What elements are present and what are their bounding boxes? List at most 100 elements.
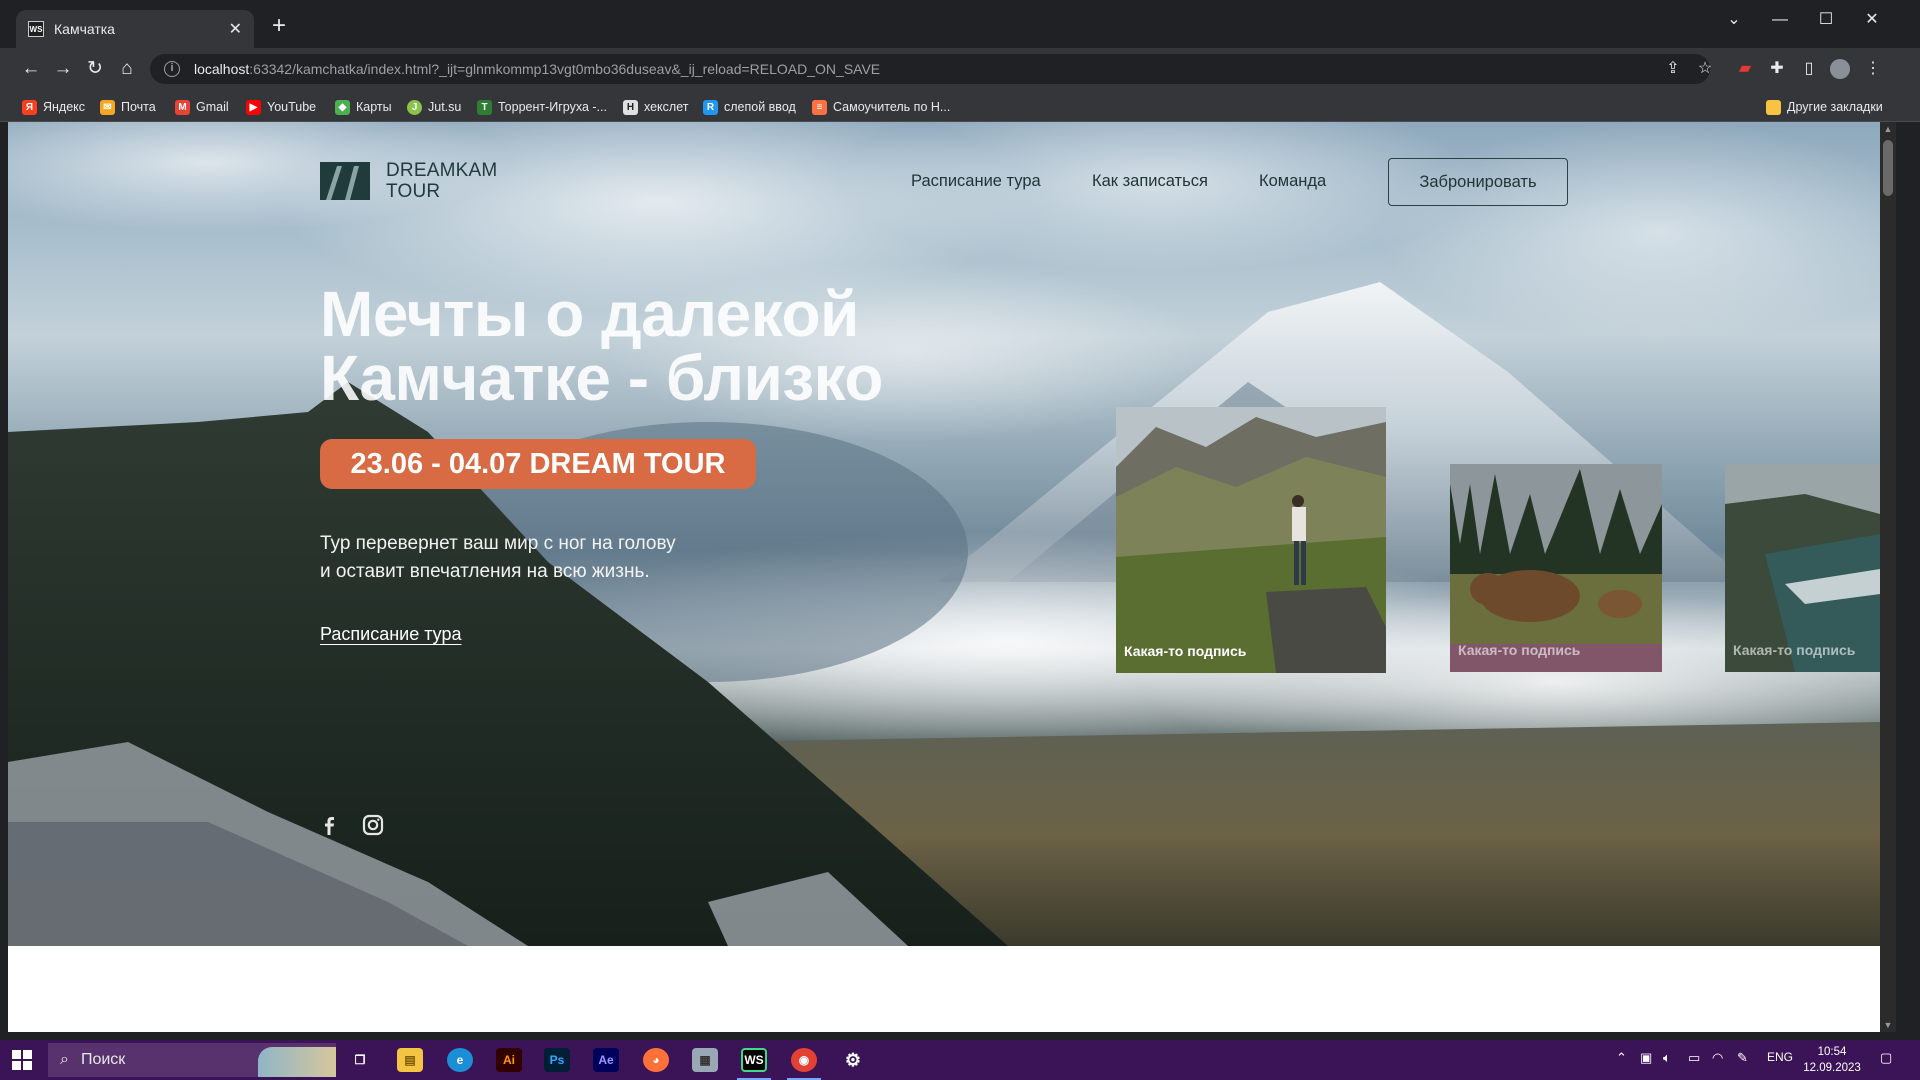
bookmark-item[interactable]: T Торрент-Игруха -... bbox=[477, 97, 607, 117]
mail-icon: ✉ bbox=[100, 99, 115, 115]
kebab-menu-icon[interactable]: ⋮ bbox=[1862, 58, 1884, 80]
bookmark-item[interactable]: ▶ YouTube bbox=[246, 97, 316, 117]
bookmark-item[interactable]: ◆ Карты bbox=[335, 97, 392, 117]
site-logo[interactable]: DREAMKAM TOUR bbox=[320, 160, 497, 202]
side-panel-icon[interactable]: ▯ bbox=[1798, 58, 1820, 80]
app-icon[interactable]: ▦ bbox=[692, 1048, 718, 1072]
close-window-button[interactable]: ✕ bbox=[1852, 8, 1892, 32]
youtube-icon: ▶ bbox=[246, 99, 261, 115]
torrent-icon: T bbox=[477, 99, 492, 115]
back-arrow-icon[interactable]: ← bbox=[18, 56, 44, 82]
nav-team-link[interactable]: Команда bbox=[1259, 172, 1326, 191]
bookmark-item[interactable]: Я Яндекс bbox=[22, 97, 85, 117]
hero-lead-text: Тур перевернет ваш мир с ног на голову и… bbox=[320, 533, 676, 582]
instagram-icon[interactable] bbox=[362, 814, 384, 836]
hero-section: DREAMKAM TOUR Расписание тура Как записа… bbox=[8, 122, 1880, 946]
page-scrollbar[interactable]: ▲ ▼ bbox=[1880, 122, 1896, 1032]
hexlet-icon: H bbox=[623, 99, 638, 115]
tab-title: Камчатка bbox=[54, 21, 115, 37]
bookmark-item[interactable]: ≡ Самоучитель по Н... bbox=[812, 97, 950, 117]
after-effects-icon[interactable]: Ae bbox=[593, 1048, 619, 1072]
photo-card[interactable]: Какая-то подпись bbox=[1725, 464, 1880, 672]
book-button[interactable]: Забронировать bbox=[1388, 158, 1568, 206]
photoshop-icon[interactable]: Ps bbox=[544, 1048, 570, 1072]
forward-arrow-icon[interactable]: → bbox=[50, 56, 76, 82]
settings-icon[interactable]: ⚙ bbox=[840, 1048, 866, 1072]
home-icon[interactable]: ⌂ bbox=[114, 56, 140, 82]
firefox-icon[interactable]: ◕ bbox=[643, 1048, 669, 1072]
tour-dates-badge: 23.06 - 04.07 DREAM TOUR bbox=[320, 439, 756, 489]
bookmark-item[interactable]: M Gmail bbox=[175, 97, 229, 117]
bookmark-item[interactable]: Rслепой ввод bbox=[703, 97, 796, 117]
tray-meet-icon[interactable]: ▣ bbox=[1640, 1050, 1652, 1066]
scroll-down-arrow-icon[interactable]: ▼ bbox=[1880, 1018, 1896, 1032]
browser-toolbar: ← → ↻ ⌂ i localhost :63342/kamchatka/ind… bbox=[0, 48, 1920, 90]
profile-avatar[interactable] bbox=[1830, 59, 1850, 79]
nav-schedule-link[interactable]: Расписание тура bbox=[911, 172, 1041, 191]
extension-color-icon[interactable]: ▰ bbox=[1734, 58, 1756, 80]
site-info-icon[interactable]: i bbox=[164, 61, 180, 77]
share-icon[interactable]: ⇪ bbox=[1662, 58, 1684, 80]
page-viewport: DREAMKAM TOUR Расписание тура Как записа… bbox=[8, 122, 1880, 1032]
chrome-icon[interactable]: ◉ bbox=[791, 1048, 817, 1072]
logo-line-1: DREAMKAM bbox=[386, 160, 498, 181]
hiker-photo bbox=[1116, 407, 1386, 673]
tab-close-icon[interactable]: ✕ bbox=[229, 19, 242, 39]
bookmark-item[interactable]: ✉ Почта bbox=[100, 97, 156, 117]
photo-card[interactable]: Какая-то подпись bbox=[1450, 464, 1662, 672]
headline-line-2: Камчатке - близко bbox=[320, 342, 883, 414]
gmail-icon: M bbox=[175, 99, 190, 115]
new-tab-button[interactable]: + bbox=[266, 14, 292, 40]
other-bookmarks-folder[interactable]: Другие закладки bbox=[1766, 97, 1883, 117]
jutsu-icon: J bbox=[407, 99, 422, 115]
tray-chevron-up-icon[interactable]: ⌃ bbox=[1616, 1050, 1627, 1066]
notifications-icon[interactable]: ▢ bbox=[1880, 1050, 1892, 1066]
bookmarks-bar: Я Яндекс ✉ Почта M Gmail ▶ YouTube ◆ Карты JJ… bbox=[0, 90, 1920, 122]
card-caption: Какая-то подпись bbox=[1733, 642, 1856, 658]
logo-line-2: TOUR bbox=[386, 181, 441, 202]
bookmark-item[interactable]: Hхекслет bbox=[623, 97, 688, 117]
scroll-thumb[interactable] bbox=[1883, 140, 1893, 196]
facebook-icon[interactable] bbox=[318, 814, 340, 836]
card-caption: Какая-то подпись bbox=[1124, 643, 1247, 659]
battery-icon[interactable]: ▭ bbox=[1688, 1050, 1700, 1066]
pen-icon[interactable]: ✎ bbox=[1737, 1050, 1748, 1066]
reload-icon[interactable]: ↻ bbox=[82, 56, 108, 82]
bears-photo bbox=[1450, 464, 1662, 672]
tutorial-icon: ≡ bbox=[812, 99, 827, 115]
file-explorer-icon[interactable]: ▤ bbox=[397, 1048, 423, 1072]
maps-icon: ◆ bbox=[335, 99, 350, 115]
illustrator-icon[interactable]: Ai bbox=[496, 1048, 522, 1072]
address-bar[interactable]: i localhost :63342/kamchatka/index.html?… bbox=[150, 54, 1710, 84]
minimize-button[interactable]: — bbox=[1760, 8, 1800, 32]
yandex-icon: Я bbox=[22, 99, 37, 115]
webstorm-icon[interactable]: WS bbox=[741, 1048, 767, 1072]
task-view-icon[interactable]: ❐ bbox=[347, 1048, 373, 1072]
hero-schedule-link[interactable]: Расписание тура bbox=[320, 624, 462, 645]
bookmark-item[interactable]: J Jut.su bbox=[407, 97, 461, 117]
search-highlight-image bbox=[258, 1047, 336, 1077]
typing-icon: R bbox=[703, 99, 718, 115]
bookmark-star-icon[interactable]: ☆ bbox=[1694, 58, 1716, 80]
folder-icon bbox=[1766, 99, 1781, 115]
photo-card[interactable]: Какая-то подпись bbox=[1116, 407, 1386, 673]
card-caption: Какая-то подпись bbox=[1458, 642, 1581, 658]
system-clock[interactable]: 10:54 12.09.2023 bbox=[1800, 1044, 1864, 1076]
extensions-puzzle-icon[interactable]: ✚ bbox=[1766, 58, 1788, 80]
search-placeholder: Поиск bbox=[80, 1051, 126, 1068]
nav-how-to-join-link[interactable]: Как записаться bbox=[1092, 172, 1208, 191]
edge-icon[interactable]: e bbox=[447, 1048, 473, 1072]
taskbar-search-box[interactable]: ⌕ Поиск bbox=[48, 1043, 336, 1077]
search-icon: ⌕ bbox=[60, 1051, 69, 1068]
scroll-up-arrow-icon[interactable]: ▲ bbox=[1880, 122, 1896, 136]
windows-start-icon[interactable] bbox=[12, 1050, 32, 1070]
windows-taskbar: ⌕ Поиск ❐ ▤ e Ai Ps Ae ◕ ▦ WS ◉ ⚙ ⌃ ▣ 🔈︎… bbox=[0, 1040, 1920, 1080]
wifi-icon[interactable]: ◠ bbox=[1712, 1050, 1723, 1066]
maximize-button[interactable]: ☐ bbox=[1806, 8, 1846, 32]
hero-headline: Мечты о далекой Камчатке - близко bbox=[320, 282, 1020, 410]
language-indicator[interactable]: ENG bbox=[1767, 1050, 1793, 1064]
volume-icon[interactable]: 🔈︎ bbox=[1663, 1050, 1671, 1066]
tab-search-chevron-icon[interactable]: ⌄ bbox=[1714, 8, 1754, 32]
browser-tab-strip: WS Камчатка ✕ + ⌄ — ☐ ✕ bbox=[0, 0, 1920, 48]
browser-tab[interactable]: WS Камчатка ✕ bbox=[16, 10, 254, 48]
